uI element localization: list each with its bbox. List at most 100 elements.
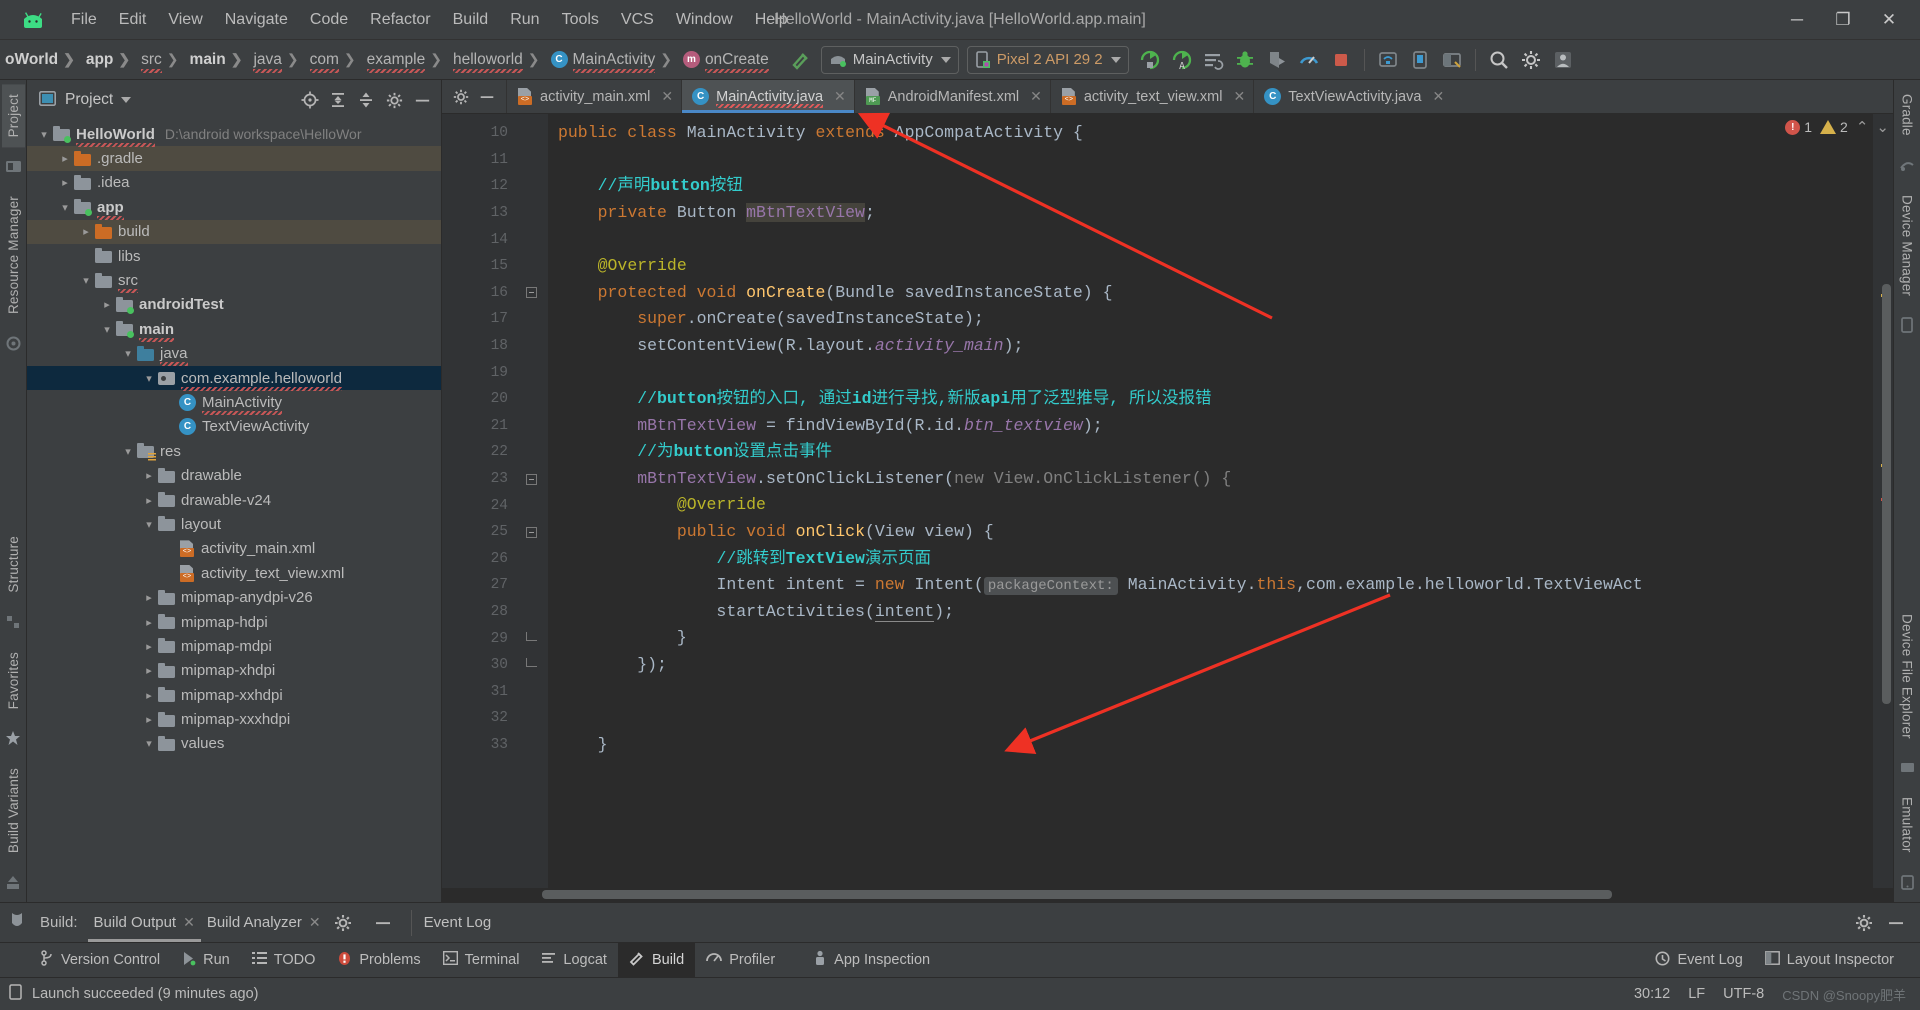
chevron-right-icon[interactable]: ▸	[56, 152, 74, 165]
sidebar-tab-device-file-explorer[interactable]: Device File Explorer	[1896, 604, 1919, 749]
close-icon[interactable]: ✕	[183, 914, 195, 931]
tree-item-app[interactable]: ▾ app	[27, 195, 441, 220]
tree-item-java[interactable]: ▾ java	[27, 342, 441, 367]
device-selector[interactable]: Pixel 2 API 29 2	[966, 45, 1129, 74]
run-with-coverage-icon[interactable]: A	[1166, 45, 1196, 75]
tree-item--idea[interactable]: ▸ .idea	[27, 171, 441, 195]
tree-item-textviewactivity[interactable]: C TextViewActivity	[27, 415, 441, 439]
project-tree[interactable]: ▾ HelloWorld D:\android workspace\HelloWor…	[27, 120, 441, 902]
breadcrumb-item-main[interactable]: main ❯	[187, 51, 251, 69]
locate-file-icon[interactable]	[297, 87, 323, 113]
tree-item-mainactivity[interactable]: C MainActivity	[27, 390, 441, 415]
tree-item-activity-main-xml[interactable]: <> activity_main.xml	[27, 537, 441, 561]
tool-button-version-control[interactable]: Version Control	[0, 943, 171, 977]
tree-item-mipmap-anydpi-v26[interactable]: ▸ mipmap-anydpi-v26	[27, 585, 441, 609]
menu-navigate[interactable]: Navigate	[214, 8, 299, 32]
line-separator[interactable]: LF	[1688, 986, 1705, 1002]
tool-button-app-inspection[interactable]: App Inspection	[802, 943, 941, 977]
hide-panel-icon[interactable]	[409, 87, 435, 113]
sidebar-tab-structure[interactable]: Structure	[2, 526, 25, 603]
editor-tab-androidmanifest-xml[interactable]: MF AndroidManifest.xml ✕	[853, 80, 1050, 113]
menu-edit[interactable]: Edit	[108, 8, 158, 32]
apply-changes-icon[interactable]	[1198, 45, 1228, 75]
editor-hide-icon[interactable]	[474, 84, 500, 110]
tool-button-todo[interactable]: TODO	[241, 943, 327, 977]
breadcrumb-item-mainactivity[interactable]: C MainActivity ❯	[548, 51, 680, 73]
menu-tools[interactable]: Tools	[551, 8, 610, 32]
close-button[interactable]: ✕	[1866, 1, 1912, 39]
chevron-right-icon[interactable]: ▸	[140, 713, 158, 726]
breadcrumb-item-oncreate[interactable]: m onCreate	[680, 51, 772, 73]
run-icon[interactable]	[1134, 45, 1164, 75]
sdk-manager-icon[interactable]	[1373, 45, 1403, 75]
tree-item-drawable[interactable]: ▸ drawable	[27, 463, 441, 487]
tree-item-src[interactable]: ▾ src	[27, 268, 441, 294]
warning-count-group[interactable]: 2	[1820, 119, 1848, 135]
caret-position[interactable]: 30:12	[1634, 986, 1670, 1002]
sidebar-tab-emulator[interactable]: Emulator	[1896, 787, 1919, 863]
tool-button-problems[interactable]: Problems	[326, 943, 431, 977]
stop-icon[interactable]	[1326, 45, 1356, 75]
chevron-right-icon[interactable]: ▸	[140, 469, 158, 482]
menu-file[interactable]: File	[60, 8, 108, 32]
breadcrumb-item-app[interactable]: app ❯	[83, 51, 138, 69]
chevron-down-icon[interactable]	[121, 97, 132, 103]
tree-item-res[interactable]: ▾ res	[27, 439, 441, 463]
fold-gutter[interactable]	[514, 114, 548, 888]
chevron-right-icon[interactable]: ▸	[140, 494, 158, 507]
menu-run[interactable]: Run	[499, 8, 550, 32]
search-icon[interactable]	[1484, 45, 1514, 75]
tool-button-profiler[interactable]: Profiler	[695, 943, 786, 977]
close-icon[interactable]: ✕	[657, 88, 673, 105]
fold-marker[interactable]	[514, 519, 548, 546]
build-settings-gear-icon[interactable]	[328, 908, 358, 938]
tool-button-run[interactable]: Run	[171, 943, 241, 977]
tool-button-layout-inspector[interactable]: Layout Inspector	[1754, 943, 1920, 977]
menu-build[interactable]: Build	[442, 8, 500, 32]
editor-tab-activity-main-xml[interactable]: <> activity_main.xml ✕	[506, 80, 681, 113]
chevron-down-icon[interactable]: ▾	[119, 445, 137, 458]
sidebar-tab-device-manager[interactable]: Device Manager	[1896, 185, 1919, 306]
breadcrumb-item-com[interactable]: com ❯	[307, 51, 364, 73]
menu-refactor[interactable]: Refactor	[359, 8, 441, 32]
build-hammer-icon[interactable]	[786, 45, 816, 75]
tree-item-libs[interactable]: libs	[27, 244, 441, 268]
sidebar-tab-resource-manager[interactable]: Resource Manager	[2, 186, 25, 324]
close-icon[interactable]: ✕	[1428, 88, 1444, 105]
chevron-down-icon[interactable]: ▾	[56, 201, 74, 214]
chevron-down-icon[interactable]: ▾	[140, 737, 158, 750]
collapse-all-icon[interactable]	[353, 87, 379, 113]
build-tab-build-output[interactable]: Build Output ✕	[87, 903, 202, 942]
tree-item-activity-text-view-xml[interactable]: <> activity_text_view.xml	[27, 561, 441, 585]
file-encoding[interactable]: UTF-8	[1723, 986, 1764, 1002]
inspection-widget[interactable]: ! 1 2 ⌃ ⌄	[1785, 118, 1889, 136]
account-avatar-icon[interactable]	[1548, 45, 1578, 75]
chevron-right-icon[interactable]: ▸	[140, 591, 158, 604]
tree-item-mipmap-xxhdpi[interactable]: ▸ mipmap-xxhdpi	[27, 683, 441, 707]
tool-button-logcat[interactable]: Logcat	[530, 943, 618, 977]
menu-vcs[interactable]: VCS	[610, 8, 665, 32]
marker-gutter[interactable]	[1873, 114, 1893, 888]
breadcrumb-item-helloworld[interactable]: helloworld ❯	[450, 51, 548, 73]
tree-item-com-example-helloworld[interactable]: ▾ com.example.helloworld	[27, 365, 441, 391]
avd-manager-icon[interactable]	[1405, 45, 1435, 75]
attach-debugger-icon[interactable]	[1262, 45, 1292, 75]
tree-item-layout[interactable]: ▾ layout	[27, 512, 441, 536]
close-icon[interactable]: ✕	[309, 914, 321, 931]
breadcrumb-item-java[interactable]: java ❯	[250, 51, 306, 73]
sidebar-tab-gradle[interactable]: Gradle	[1896, 84, 1919, 146]
tree-item-helloworld[interactable]: ▾ HelloWorld D:\android workspace\HelloWor	[27, 122, 441, 147]
sidebar-tab-project[interactable]: Project	[1, 84, 25, 148]
chevron-down-icon[interactable]: ▾	[35, 128, 53, 141]
editor-tab-mainactivity-java[interactable]: C MainActivity.java ✕	[681, 80, 854, 113]
tree-item-androidtest[interactable]: ▸ androidTest	[27, 293, 441, 317]
tool-button-event-log[interactable]: Event Log	[1644, 943, 1753, 977]
chevron-down-icon[interactable]: ▾	[77, 274, 95, 287]
chevron-down-icon[interactable]: ▾	[140, 372, 158, 385]
chevron-right-icon[interactable]: ▸	[98, 298, 116, 311]
menu-code[interactable]: Code	[299, 8, 359, 32]
close-icon[interactable]: ✕	[830, 88, 846, 105]
build-tab-build-analyzer[interactable]: Build Analyzer ✕	[201, 903, 327, 942]
next-problem-icon[interactable]: ⌄	[1876, 118, 1889, 136]
chevron-right-icon[interactable]: ▸	[56, 176, 74, 189]
